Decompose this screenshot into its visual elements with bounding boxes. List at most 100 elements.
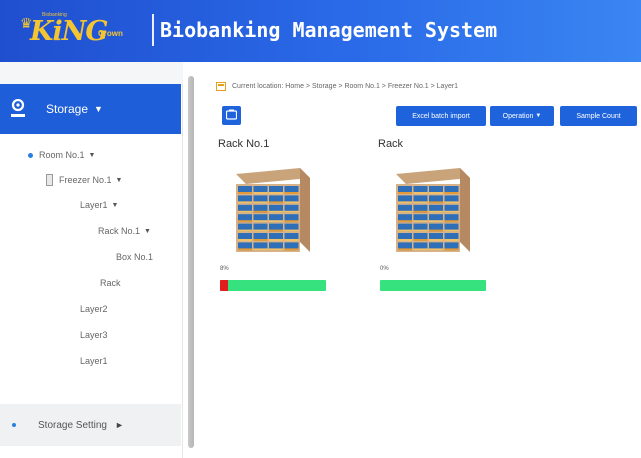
chevron-down-icon: ▼ bbox=[94, 104, 103, 114]
rack-box-label bbox=[398, 192, 412, 194]
rack-box-label bbox=[413, 229, 428, 232]
sidebar-storage-menu[interactable]: Storage ▼ bbox=[0, 84, 181, 134]
rack-box-label bbox=[398, 229, 412, 232]
sidebar-top-strip bbox=[0, 62, 183, 84]
operation-dropdown[interactable]: Operation ▼ bbox=[490, 106, 554, 126]
rack-box-label bbox=[253, 192, 268, 194]
rack-box-label bbox=[413, 239, 428, 241]
rack-box-label bbox=[398, 210, 412, 213]
user-icon bbox=[10, 99, 28, 119]
rack-box-label bbox=[413, 201, 428, 204]
rack-name: Rack No.1 bbox=[218, 138, 270, 150]
chevron-down-icon: ▼ bbox=[144, 227, 151, 235]
tree-item-label: Freezer No.1 bbox=[59, 175, 112, 185]
rack-card[interactable]: Rack 0% bbox=[378, 138, 488, 308]
tree-item-rack2[interactable]: Rack bbox=[100, 278, 121, 288]
rack-box-label bbox=[429, 210, 443, 213]
rack-box-label bbox=[398, 201, 412, 204]
rack-usage-percent: 8% bbox=[220, 266, 229, 272]
rack-box-label bbox=[269, 192, 283, 194]
main-content: Current location: Home > Storage > Room … bbox=[200, 62, 641, 458]
rack-usage-bar bbox=[380, 280, 486, 291]
chevron-right-icon: ► bbox=[114, 420, 124, 430]
rack-box-label bbox=[269, 239, 283, 241]
storage-setting-label: Storage Setting bbox=[38, 419, 107, 431]
rack-box-label bbox=[429, 192, 443, 194]
storage-setting-menu[interactable]: Storage Setting ► bbox=[0, 404, 181, 446]
rack-box-label bbox=[238, 239, 252, 241]
rack-box-label bbox=[429, 229, 443, 232]
rack-box-label bbox=[238, 229, 252, 232]
logo-wordmark: KiNG bbox=[30, 16, 108, 47]
rack-box-label bbox=[284, 220, 299, 223]
tree-item-label: Layer1 bbox=[80, 356, 108, 366]
tree-item-rack[interactable]: Rack No.1 ▼ bbox=[98, 226, 151, 236]
tree-item-label: Room No.1 bbox=[39, 150, 85, 160]
tree-item-layer4[interactable]: Layer1 bbox=[80, 356, 108, 366]
rack-box-label bbox=[429, 201, 443, 204]
rack-image bbox=[236, 168, 310, 252]
rack-box-label bbox=[253, 210, 268, 213]
rack-box-label bbox=[284, 192, 299, 194]
tree-item-layer3[interactable]: Layer3 bbox=[80, 330, 108, 340]
tree-item-label: Layer2 bbox=[80, 304, 108, 314]
rack-box-label bbox=[284, 229, 299, 232]
chevron-down-icon: ▼ bbox=[111, 201, 119, 209]
chevron-down-icon: ▼ bbox=[115, 176, 123, 184]
rack-box-label bbox=[284, 239, 299, 241]
rack-usage-percent: 0% bbox=[380, 266, 389, 272]
rack-box-label bbox=[444, 201, 459, 204]
rack-box-label bbox=[238, 201, 252, 204]
rack-box-label bbox=[238, 220, 252, 223]
rack-box-label bbox=[413, 210, 428, 213]
header-divider bbox=[152, 14, 154, 46]
rack-box-label bbox=[269, 229, 283, 232]
tree-item-room[interactable]: Room No.1 ▼ bbox=[28, 150, 95, 160]
sidebar-resize-handle[interactable] bbox=[188, 76, 194, 448]
rack-box-label bbox=[413, 192, 428, 194]
app-header: ♛ Biobanking KiNG Crown Biobanking Manag… bbox=[0, 0, 641, 62]
rack-box-label bbox=[269, 220, 283, 223]
operation-label: Operation bbox=[502, 112, 534, 120]
rack-name: Rack bbox=[378, 138, 404, 150]
rack-card[interactable]: Rack No.1 8% bbox=[218, 138, 328, 308]
rack-box-label bbox=[253, 201, 268, 204]
toolbar: Excel batch import Operation ▼ Sample Co… bbox=[200, 106, 641, 128]
home-icon bbox=[216, 82, 226, 91]
rack-box-label bbox=[269, 201, 283, 204]
add-button[interactable] bbox=[222, 106, 241, 125]
tree-item-freezer[interactable]: Freezer No.1 ▼ bbox=[46, 174, 122, 186]
freezer-icon bbox=[46, 174, 53, 186]
app-title: Biobanking Management System bbox=[160, 18, 498, 42]
rack-box-label bbox=[444, 239, 459, 241]
storage-label: Storage bbox=[46, 102, 89, 116]
tree-item-label: Rack No.1 bbox=[98, 226, 141, 236]
tree-item-layer1[interactable]: Layer1 ▼ bbox=[80, 200, 118, 210]
rack-box-label bbox=[429, 248, 443, 251]
breadcrumb-text: Current location: Home > Storage > Room … bbox=[232, 83, 459, 90]
rack-box-label bbox=[269, 210, 283, 213]
tree-item-label: Layer1 bbox=[80, 200, 108, 210]
add-icon bbox=[225, 109, 238, 122]
sample-count-button[interactable]: Sample Count bbox=[560, 106, 637, 126]
tree-item-layer2[interactable]: Layer2 bbox=[80, 304, 108, 314]
rack-box-label bbox=[253, 229, 268, 232]
rack-box-label bbox=[429, 239, 443, 241]
tree-dot-icon bbox=[12, 423, 16, 427]
rack-box-label bbox=[238, 192, 252, 194]
rack-box-label bbox=[429, 220, 443, 223]
rack-box-label bbox=[284, 201, 299, 204]
batch-import-button[interactable]: Excel batch import bbox=[396, 106, 486, 126]
rack-box-label bbox=[444, 210, 459, 213]
logo-subtext: Crown bbox=[98, 29, 123, 38]
rack-box-label bbox=[444, 220, 459, 223]
tree-dot-icon bbox=[28, 152, 33, 158]
tree-item-box[interactable]: Box No.1 bbox=[116, 252, 153, 262]
rack-box-label bbox=[413, 220, 428, 223]
rack-box-label bbox=[444, 248, 459, 251]
tree-item-label: Layer3 bbox=[80, 330, 108, 340]
rack-box-label bbox=[238, 248, 252, 251]
rack-box-label bbox=[398, 220, 412, 223]
rack-box-label bbox=[284, 210, 299, 213]
rack-usage-bar bbox=[220, 280, 326, 291]
